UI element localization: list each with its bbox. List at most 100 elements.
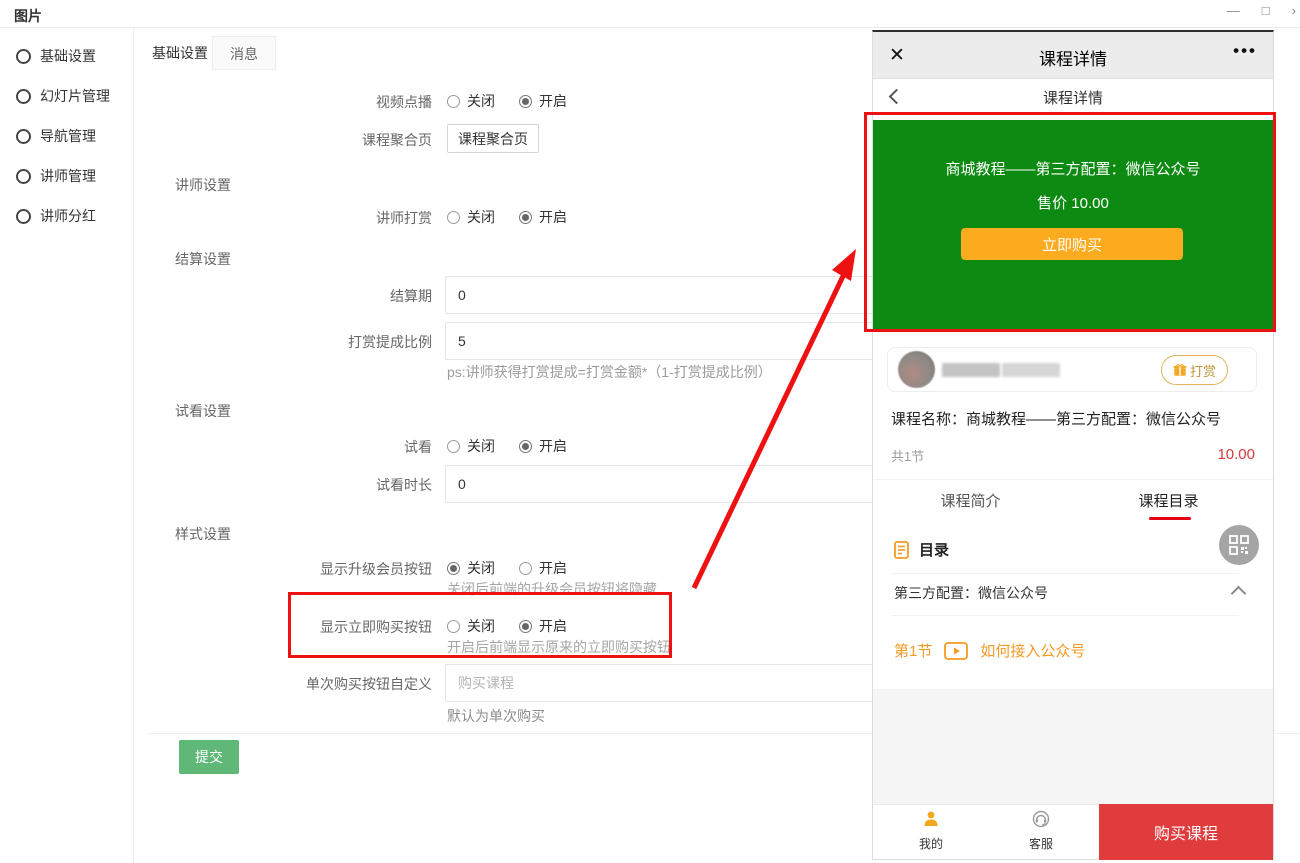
bottom-tab-mine[interactable]: 我的 [896,810,966,852]
radio-on-label: 开启 [539,207,567,227]
radio-on[interactable] [519,620,532,633]
sidebar-item-label: 讲师分红 [40,206,96,226]
settle-period-label: 结算期 [150,286,432,306]
phone-nav-title: 课程详情 [873,87,1273,108]
sidebar-item-slides[interactable]: 幻灯片管理 [0,76,133,116]
tab-active-underline [1149,517,1191,520]
phone-title: 课程详情 [873,45,1273,70]
circle-icon [16,49,31,64]
maximize-button[interactable]: □ [1262,3,1270,18]
bottom-tab-service[interactable]: 客服 [1006,810,1076,852]
gift-icon [1173,363,1187,377]
banner-course-title: 商城教程——第三方配置：微信公众号 [873,158,1273,179]
video-od-label: 视频点播 [150,92,432,112]
bottom-tab-label: 客服 [1006,835,1076,852]
purchase-course-button[interactable]: 购买课程 [1099,804,1273,860]
headset-icon [1032,810,1050,828]
radio-off-label: 关闭 [467,436,495,456]
lecturer-section-title: 讲师设置 [175,175,231,195]
sidebar-item-lecturer-share[interactable]: 讲师分红 [0,196,133,236]
trial-section-title: 试看设置 [175,401,231,421]
lesson-number: 第1节 [894,640,932,661]
course-meta: 共1节 10.00 [891,446,1255,466]
upgrade-button-radios: 关闭 开启 [447,558,567,578]
play-video-icon [944,642,968,660]
window-title: 图片 [14,6,42,26]
radio-off[interactable] [447,211,460,224]
upgrade-button-label: 显示升级会员按钮 [150,559,432,579]
page-background [873,689,1273,804]
course-name: 课程名称：商城教程——第三方配置：微信公众号 [891,408,1221,429]
circle-icon [16,89,31,104]
radio-off[interactable] [447,95,460,108]
app-window: 图片 — □ › 基础设置 幻灯片管理 导航管理 讲师管理 [0,0,1300,863]
blurred-name [1002,363,1060,377]
chapter-row[interactable]: 第三方配置：微信公众号 [894,583,1252,603]
radio-on-label: 开启 [539,436,567,456]
tab-course-catalog[interactable]: 课程目录 [1076,490,1261,511]
radio-off[interactable] [447,620,460,633]
settle-section-title: 结算设置 [175,249,231,269]
radio-on[interactable] [519,440,532,453]
tab-messages[interactable]: 消息 [212,36,276,70]
radio-off-label: 关闭 [467,558,495,578]
radio-on[interactable] [519,95,532,108]
chevron-right-icon[interactable]: › [1292,3,1296,18]
style-section-title: 样式设置 [175,524,231,544]
buy-button-label: 显示立即购买按钮 [150,617,432,637]
tab-basic-settings[interactable]: 基础设置 [148,36,212,70]
reward-button[interactable]: 打赏 [1161,355,1228,385]
circle-icon [16,209,31,224]
divider [891,615,1239,616]
blurred-name [942,363,1000,377]
radio-on-label: 开启 [539,91,567,111]
custom-buy-label: 单次购买按钮自定义 [150,674,432,694]
qr-code-icon [1229,535,1249,555]
submit-button[interactable]: 提交 [179,740,239,774]
sidebar-item-lecturer-manage[interactable]: 讲师管理 [0,156,133,196]
radio-off[interactable] [447,562,460,575]
sidebar: 基础设置 幻灯片管理 导航管理 讲师管理 讲师分红 [0,28,134,863]
custom-buy-hint: 默认为单次购买 [447,706,545,726]
circle-icon [16,169,31,184]
minimize-button[interactable]: — [1227,3,1240,18]
tab-course-intro[interactable]: 课程简介 [878,490,1063,511]
lecturer-card: 打赏 [887,347,1257,392]
sidebar-item-label: 导航管理 [40,126,96,146]
phone-titlebar: ✕ 课程详情 ••• [873,32,1273,79]
radio-off-label: 关闭 [467,616,495,636]
sidebar-item-label: 基础设置 [40,46,96,66]
banner-price: 售价 10.00 [873,192,1273,213]
catalog-title: 目录 [919,539,949,560]
reward-button-label: 打赏 [1190,361,1216,380]
phone-nav: 课程详情 [873,79,1273,114]
more-icon[interactable]: ••• [1233,41,1257,61]
qr-code-button[interactable] [1219,525,1259,565]
course-price: 10.00 [1217,446,1255,463]
buy-now-button[interactable]: 立即购买 [961,228,1183,260]
radio-off-label: 关闭 [467,207,495,227]
phone-bottom-bar: 我的 客服 购买课程 [873,804,1273,859]
radio-off[interactable] [447,440,460,453]
radio-on[interactable] [519,211,532,224]
trial-label: 试看 [150,437,432,457]
radio-on-label: 开启 [539,558,567,578]
aggregate-label: 课程聚合页 [150,130,432,150]
aggregate-page-button[interactable]: 课程聚合页 [447,124,539,153]
trial-duration-label: 试看时长 [150,475,432,495]
course-banner: 商城教程——第三方配置：微信公众号 售价 10.00 立即购买 [873,120,1273,332]
sidebar-item-label: 幻灯片管理 [40,86,110,106]
buy-button-hint: 开启后前端显示原来的立即购买按钮 [447,637,671,657]
avatar [898,351,935,388]
circle-icon [16,129,31,144]
reward-label: 讲师打赏 [150,208,432,228]
sidebar-item-basic-settings[interactable]: 基础设置 [0,36,133,76]
radio-on[interactable] [519,562,532,575]
sidebar-item-navigation[interactable]: 导航管理 [0,116,133,156]
lesson-title: 如何接入公众号 [980,640,1085,661]
phone-preview: ✕ 课程详情 ••• 课程详情 商城教程——第三方配置：微信公众号 售价 10.… [872,30,1274,860]
lesson-row[interactable]: 第1节 如何接入公众号 [894,640,1085,661]
sections-count: 共1节 [891,446,924,465]
trial-radios: 关闭 开启 [447,436,567,456]
reward-ratio-label: 打赏提成比例 [150,332,432,352]
